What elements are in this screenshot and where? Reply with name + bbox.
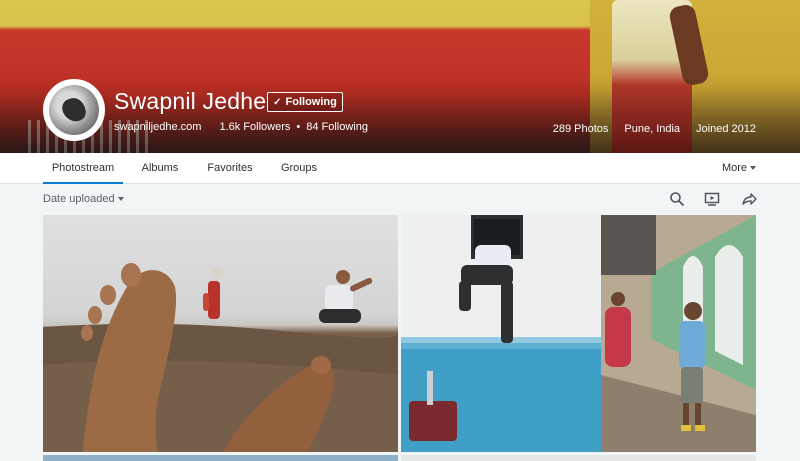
more-menu-label: More [721, 162, 747, 174]
tab-albums-label: Albums [141, 162, 179, 174]
search-icon[interactable] [669, 191, 685, 207]
avatar[interactable] [43, 79, 105, 141]
photo-tile[interactable] [401, 215, 756, 452]
tab-groups-label: Groups [280, 162, 318, 174]
followers-link[interactable]: 1.6k Followers [219, 121, 290, 133]
sort-dropdown-label: Date uploaded [43, 193, 115, 205]
profile-meta-left: swapniljedhe.com 1.6k Followers • 84 Fol… [114, 121, 368, 133]
profile-name: Swapnil Jedhe [114, 88, 267, 114]
tab-favorites[interactable]: Favorites [203, 153, 257, 184]
tab-photostream-label: Photostream [51, 162, 115, 174]
tab-favorites-label: Favorites [207, 162, 253, 174]
slideshow-icon[interactable] [704, 191, 720, 207]
website-link[interactable]: swapniljedhe.com [114, 121, 201, 133]
location: Pune, India [624, 123, 681, 135]
more-menu[interactable]: More [722, 153, 756, 184]
follow-stats: 1.6k Followers • 84 Following [219, 121, 368, 133]
checkmark-icon: ✓ [273, 96, 282, 108]
tab-albums[interactable]: Albums [135, 153, 185, 184]
profile-meta-right: 289 Photos Pune, India Joined 2012 [553, 123, 756, 135]
photo-tile-partial[interactable] [43, 455, 398, 461]
photo-tile-partial[interactable] [401, 455, 756, 461]
photo-tile[interactable] [43, 215, 398, 452]
photostream-toolbar: Date uploaded [0, 184, 800, 214]
meta-separator: • [296, 121, 301, 133]
chevron-down-icon [117, 197, 124, 202]
photo-feet-scene [43, 263, 398, 452]
tab-photostream[interactable]: Photostream [43, 153, 123, 184]
profile-nav: Photostream Albums Favorites Groups More [0, 153, 800, 184]
following-button[interactable]: ✓ Following [267, 92, 343, 112]
chevron-down-icon [750, 166, 756, 171]
photo-street-scene [401, 215, 756, 452]
following-link[interactable]: 84 Following [306, 121, 368, 133]
photo-count: 289 Photos [552, 123, 609, 135]
sort-dropdown[interactable]: Date uploaded [43, 193, 124, 205]
following-button-label: Following [285, 96, 337, 108]
joined-date: Joined 2012 [696, 123, 756, 135]
tab-groups[interactable]: Groups [276, 153, 322, 184]
share-icon[interactable] [741, 191, 757, 207]
